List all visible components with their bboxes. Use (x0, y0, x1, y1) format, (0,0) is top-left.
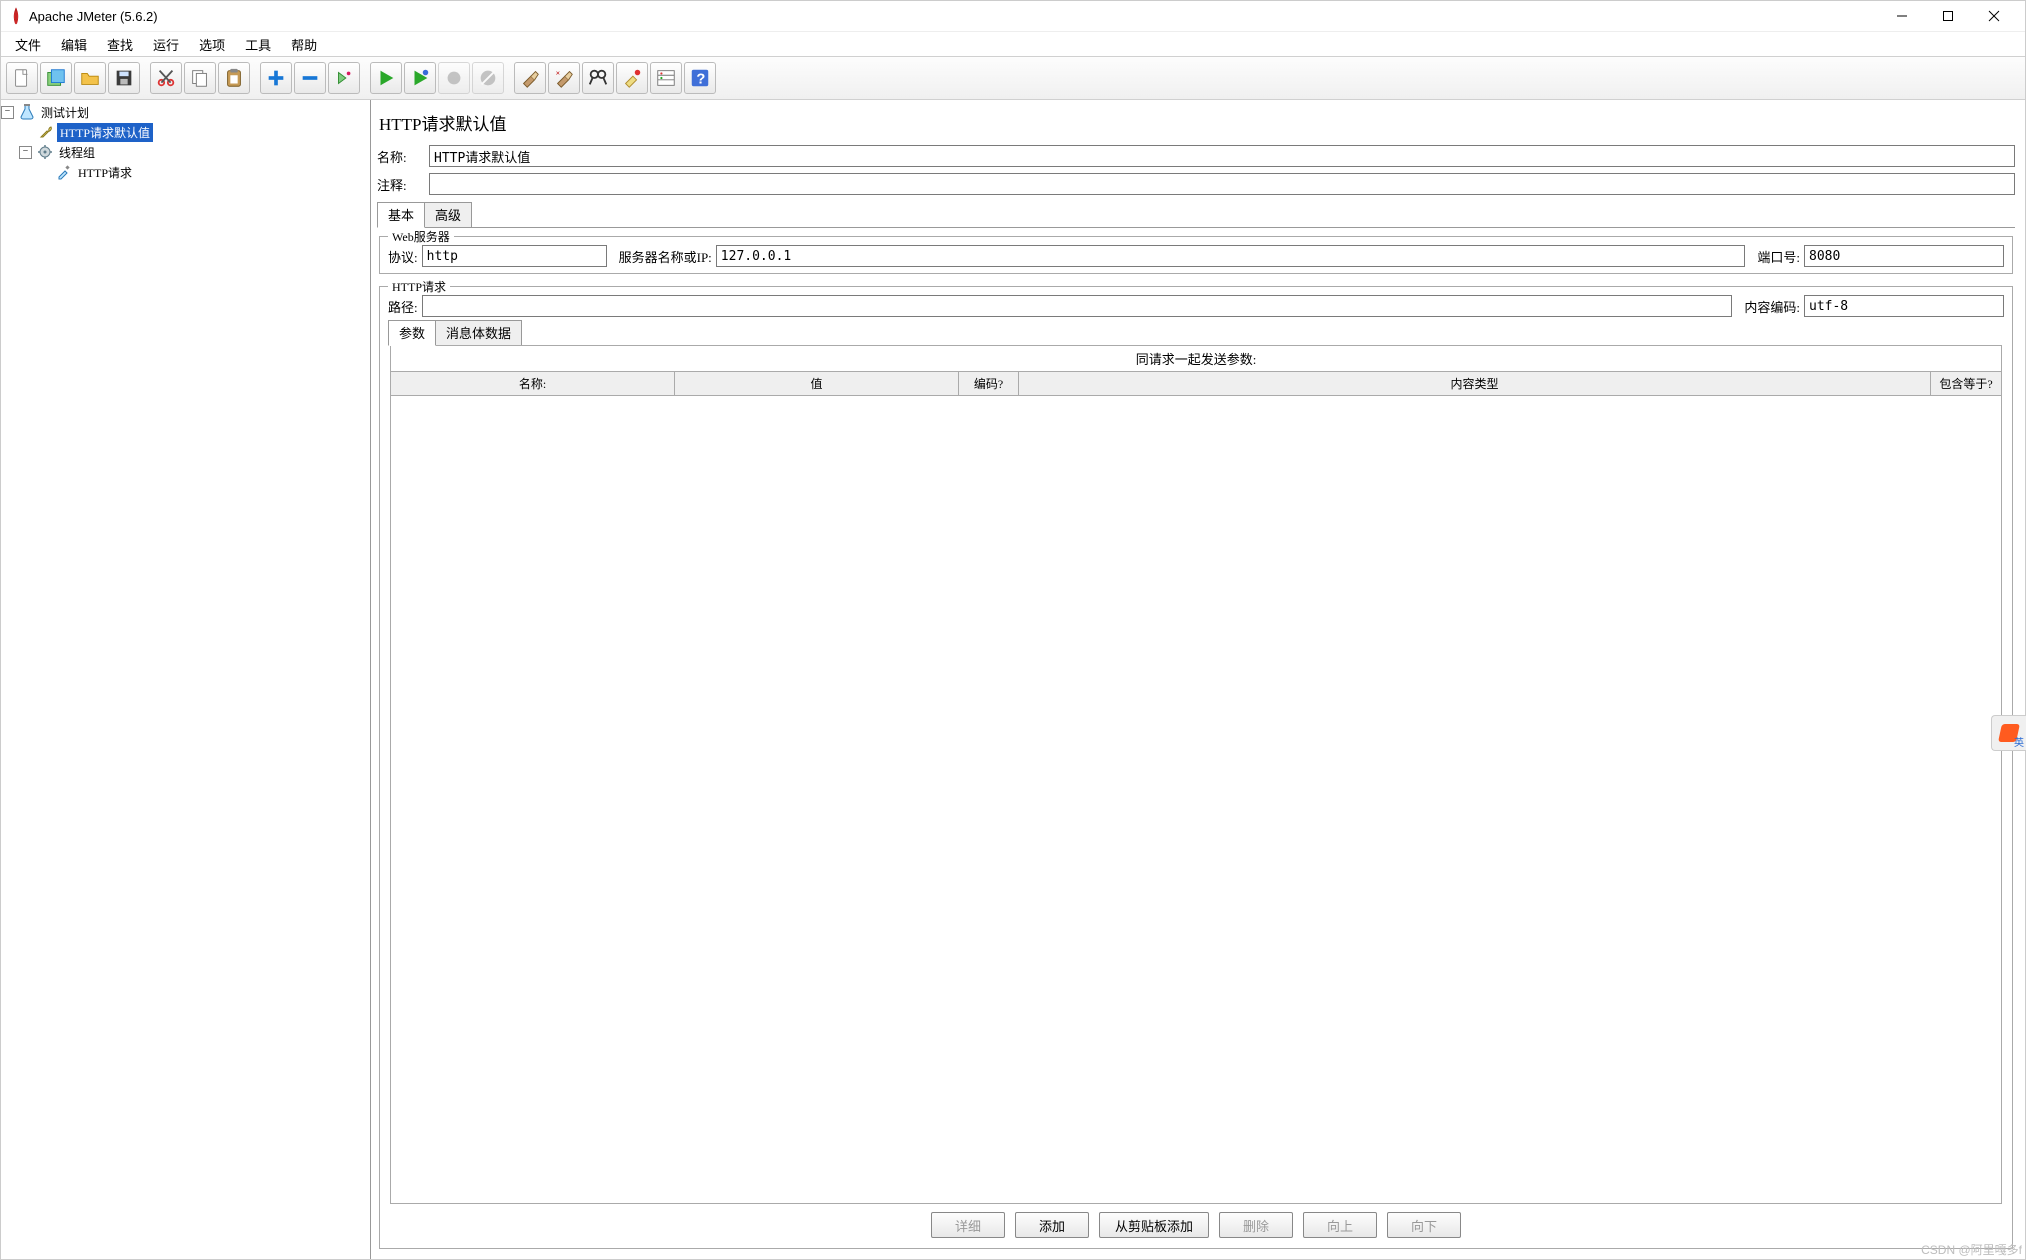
params-buttons: 详细 添加 从剪贴板添加 删除 向上 向下 (388, 1204, 2004, 1242)
th-content-type[interactable]: 内容类型 (1019, 372, 1931, 395)
th-equals[interactable]: 包含等于? (1931, 372, 2001, 395)
collapse-icon[interactable] (294, 62, 326, 94)
start-icon[interactable] (370, 62, 402, 94)
minimize-button[interactable] (1879, 2, 1925, 30)
tab-basic[interactable]: 基本 (377, 202, 425, 228)
tree-node-testplan[interactable]: − 测试计划 (1, 102, 370, 122)
tabs: 基本 高级 (377, 205, 2015, 228)
tree-node-threadgroup[interactable]: − 线程组 (1, 142, 370, 162)
menu-options[interactable]: 选项 (189, 33, 235, 56)
gear-icon (37, 144, 53, 160)
protocol-input[interactable] (422, 245, 607, 267)
delete-button[interactable]: 删除 (1219, 1212, 1293, 1238)
label-encoding: 内容编码: (1744, 297, 1804, 316)
start-no-timers-icon[interactable] (404, 62, 436, 94)
tree-toggle[interactable]: − (19, 146, 32, 159)
open-icon[interactable] (74, 62, 106, 94)
label-path: 路径: (388, 297, 422, 316)
ime-mode: 英 (2014, 734, 2024, 749)
add-button[interactable]: 添加 (1015, 1212, 1089, 1238)
th-encode[interactable]: 编码? (959, 372, 1019, 395)
help-icon[interactable]: ? (684, 62, 716, 94)
up-button[interactable]: 向上 (1303, 1212, 1377, 1238)
subtab-body[interactable]: 消息体数据 (435, 320, 522, 345)
subtab-params[interactable]: 参数 (388, 320, 436, 346)
wrench-icon (38, 124, 54, 140)
shutdown-icon[interactable] (472, 62, 504, 94)
svg-text:×: × (556, 68, 560, 77)
cut-icon[interactable] (150, 62, 182, 94)
menubar: 文件 编辑 查找 运行 选项 工具 帮助 (1, 32, 2025, 56)
label-comment: 注释: (377, 175, 429, 194)
name-input[interactable] (429, 145, 2015, 167)
th-value[interactable]: 值 (675, 372, 959, 395)
flask-icon (19, 104, 35, 120)
label-name: 名称: (377, 147, 429, 166)
legend-web: Web服务器 (388, 228, 454, 245)
legend-http: HTTP请求 (388, 278, 450, 295)
clear-all-icon[interactable]: × (548, 62, 580, 94)
tree-label: HTTP请求 (75, 163, 135, 182)
maximize-button[interactable] (1925, 2, 1971, 30)
tree-toggle[interactable]: − (1, 106, 14, 119)
menu-run[interactable]: 运行 (143, 33, 189, 56)
fieldset-web-server: Web服务器 协议: 服务器名称或IP: 端口号: (379, 236, 2013, 274)
sub-tabs: 参数 消息体数据 (388, 323, 2004, 345)
function-helper-icon[interactable] (650, 62, 682, 94)
detail-button[interactable]: 详细 (931, 1212, 1005, 1238)
pipette-icon (56, 164, 72, 180)
jmeter-icon (9, 7, 23, 25)
tree-node-http-request[interactable]: HTTP请求 (1, 162, 370, 182)
label-server: 服务器名称或IP: (619, 247, 716, 266)
menu-edit[interactable]: 编辑 (51, 33, 97, 56)
toolbar: × ? (1, 56, 2025, 100)
params-table: 同请求一起发送参数: 名称: 值 编码? 内容类型 包含等于? (390, 345, 2002, 1204)
panel: HTTP请求默认值 名称: 注释: 基本 高级 Web服务器 协议: 服务器名 (371, 100, 2025, 1259)
watermark: CSDN @阿里嘎多f (1921, 1241, 2022, 1258)
menu-file[interactable]: 文件 (5, 33, 51, 56)
port-input[interactable] (1804, 245, 2004, 267)
server-input[interactable] (716, 245, 1746, 267)
svg-text:?: ? (696, 72, 705, 88)
add-from-clipboard-button[interactable]: 从剪贴板添加 (1099, 1212, 1209, 1238)
panel-title: HTTP请求默认值 (377, 104, 2015, 145)
menu-search[interactable]: 查找 (97, 33, 143, 56)
titlebar: Apache JMeter (5.6.2) (1, 1, 2025, 32)
window-title: Apache JMeter (5.6.2) (29, 9, 158, 24)
label-protocol: 协议: (388, 247, 422, 266)
params-body[interactable] (391, 396, 2001, 1203)
encoding-input[interactable] (1804, 295, 2004, 317)
toggle-icon[interactable] (328, 62, 360, 94)
reset-search-icon[interactable] (616, 62, 648, 94)
menu-tools[interactable]: 工具 (235, 33, 281, 56)
tree-label: 测试计划 (38, 103, 92, 122)
params-title: 同请求一起发送参数: (391, 346, 2001, 372)
tree-node-http-defaults[interactable]: HTTP请求默认值 (1, 122, 370, 142)
search-icon[interactable] (582, 62, 614, 94)
comment-input[interactable] (429, 173, 2015, 195)
label-port: 端口号: (1757, 247, 1804, 266)
paste-icon[interactable] (218, 62, 250, 94)
th-name[interactable]: 名称: (391, 372, 675, 395)
menu-help[interactable]: 帮助 (281, 33, 327, 56)
tree[interactable]: − 测试计划 HTTP请求默认值 − 线程组 HTTP请求 (1, 100, 371, 1259)
clear-icon[interactable] (514, 62, 546, 94)
fieldset-http: HTTP请求 路径: 内容编码: 参数 消息体数据 同请求一起发送参数: 名称: (379, 286, 2013, 1249)
tree-label: HTTP请求默认值 (57, 123, 153, 142)
close-button[interactable] (1971, 2, 2017, 30)
params-header-row: 名称: 值 编码? 内容类型 包含等于? (391, 372, 2001, 396)
path-input[interactable] (422, 295, 1733, 317)
save-icon[interactable] (108, 62, 140, 94)
ime-indicator[interactable]: 英 (1991, 715, 2026, 751)
new-icon[interactable] (6, 62, 38, 94)
stop-icon[interactable] (438, 62, 470, 94)
down-button[interactable]: 向下 (1387, 1212, 1461, 1238)
templates-icon[interactable] (40, 62, 72, 94)
tree-label: 线程组 (56, 143, 98, 162)
tab-advanced[interactable]: 高级 (424, 202, 472, 227)
expand-icon[interactable] (260, 62, 292, 94)
copy-icon[interactable] (184, 62, 216, 94)
